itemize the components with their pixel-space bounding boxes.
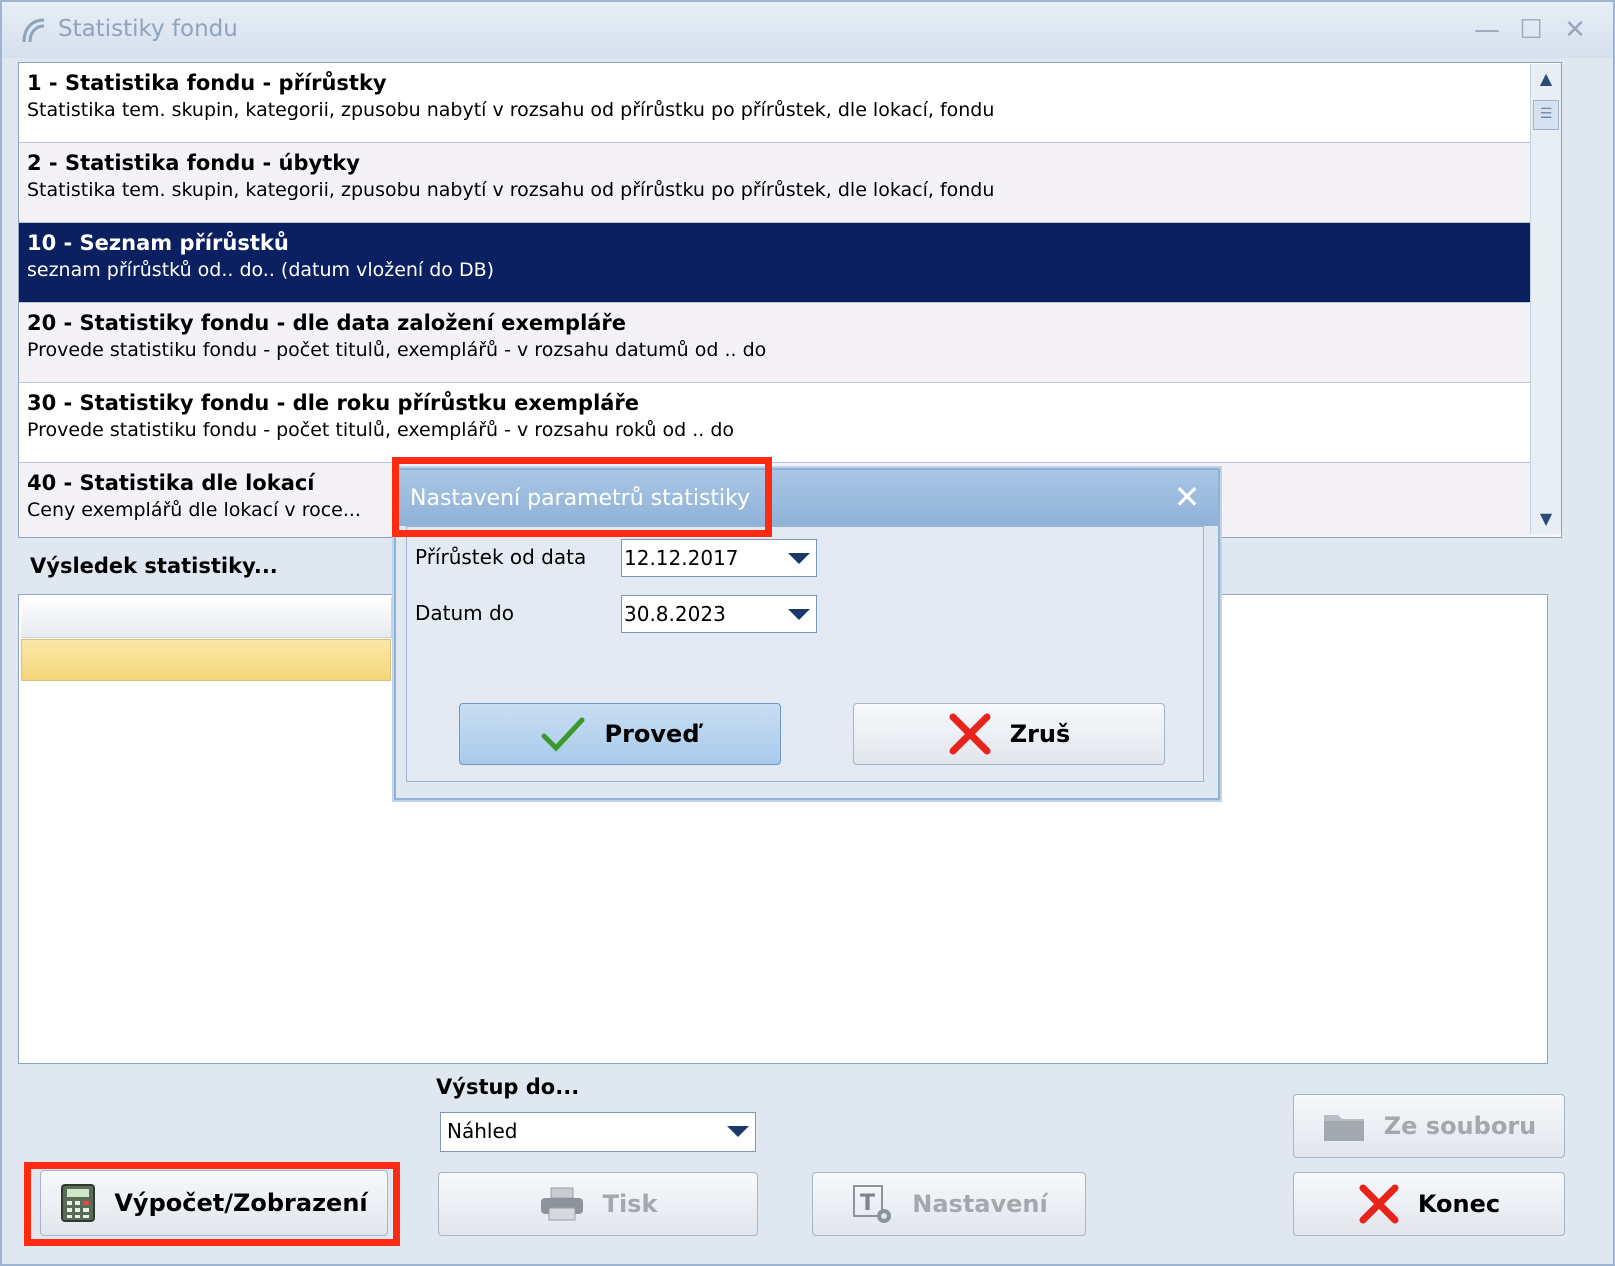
chevron-down-icon [788,609,810,620]
list-item-title: 2 - Statistika fondu - úbytky [27,151,360,175]
compute-button-label: Výpočet/Zobrazení [114,1189,368,1217]
grid-header [21,597,392,638]
list-item[interactable]: 20 - Statistiky fondu - dle data založen… [19,303,1559,383]
cancel-button[interactable]: Zruš [853,703,1165,765]
dialog-close-icon[interactable]: ✕ [1168,478,1206,516]
list-item[interactable]: 2 - Statistika fondu - úbytky Statistika… [19,143,1559,223]
print-button[interactable]: Tisk [438,1172,758,1236]
list-item-description: Provede statistiku fondu - počet titulů,… [27,339,767,361]
list-item-title: 1 - Statistika fondu - přírůstky [27,71,387,95]
execute-button[interactable]: Proveď [459,703,781,765]
close-button-label: Konec [1417,1190,1501,1218]
output-label: Výstup do... [436,1075,580,1099]
from-file-button[interactable]: Ze souboru [1293,1094,1565,1158]
scroll-thumb[interactable]: ☰ [1533,100,1559,130]
print-button-label: Tisk [602,1190,658,1218]
list-item-title: 20 - Statistiky fondu - dle data založen… [27,311,627,335]
to-date-value: 30.8.2023 [624,602,726,626]
list-item-selected[interactable]: 10 - Seznam přírůstků seznam přírůstků o… [19,223,1559,303]
parameters-dialog: Nastavení parametrů statistiky ✕ Přírůst… [394,468,1220,800]
list-item-description: Statistika tem. skupin, kategorii, zpuso… [27,99,995,121]
checkmark-icon [541,717,585,752]
output-select-value: Náhled [447,1119,518,1143]
settings-button[interactable]: T Nastavení [812,1172,1086,1236]
list-scrollbar[interactable]: ▲ ☰ ▼ [1530,64,1561,534]
list-item-description: Provede statistiku fondu - počet titulů,… [27,419,735,441]
execute-button-label: Proveď [604,720,700,748]
grid-row-selected[interactable] [21,639,391,681]
dialog-title-bar: Nastavení parametrů statistiky ✕ [396,470,1218,526]
list-item-description: seznam přírůstků od.. do.. (datum vložen… [27,259,495,281]
window-title: Statistiky fondu [58,16,238,42]
folder-icon [1323,1115,1364,1141]
list-item-title: 10 - Seznam přírůstků [27,231,289,255]
close-x-icon [949,713,991,755]
maximize-icon[interactable]: ☐ [1514,14,1548,46]
from-date-picker[interactable]: 12.12.2017 [621,539,817,577]
calculator-icon [61,1184,96,1222]
list-item[interactable]: 1 - Statistika fondu - přírůstky Statist… [19,63,1559,143]
settings-button-label: Nastavení [912,1190,1048,1218]
close-window-icon[interactable]: ✕ [1558,14,1592,46]
close-button[interactable]: Konec [1293,1172,1565,1236]
text-settings-icon: T [853,1185,892,1223]
chevron-down-icon [788,553,810,564]
dialog-body: Přírůstek od data 12.12.2017 Datum do 30… [406,526,1204,782]
list-item-title: 30 - Statistiky fondu - dle roku přírůst… [27,391,640,415]
to-date-picker[interactable]: 30.8.2023 [621,595,817,633]
from-file-button-label: Ze souboru [1383,1112,1537,1140]
list-item[interactable]: 30 - Statistiky fondu - dle roku přírůst… [19,383,1559,463]
chevron-down-icon [727,1126,749,1137]
close-x-icon [1359,1184,1399,1224]
cancel-button-label: Zruš [1009,720,1071,748]
from-date-label: Přírůstek od data [415,545,587,569]
compute-button[interactable]: Výpočet/Zobrazení [40,1170,388,1236]
main-window: Statistiky fondu — ☐ ✕ 1 - Statistika fo… [0,0,1615,1266]
title-bar: Statistiky fondu — ☐ ✕ [2,2,1613,58]
statistics-list[interactable]: 1 - Statistika fondu - přírůstky Statist… [18,62,1562,538]
minimize-icon[interactable]: — [1470,14,1504,46]
scroll-down-icon[interactable]: ▼ [1533,506,1559,532]
list-item-description: Statistika tem. skupin, kategorii, zpuso… [27,179,995,201]
dialog-title: Nastavení parametrů statistiky [410,486,751,511]
printer-icon [540,1187,583,1221]
result-label: Výsledek statistiky... [30,554,278,578]
app-icon [22,18,45,43]
from-date-value: 12.12.2017 [624,546,739,570]
svg-text:T: T [860,1191,875,1216]
scroll-up-icon[interactable]: ▲ [1533,66,1559,92]
output-select[interactable]: Náhled [440,1112,756,1152]
to-date-label: Datum do [415,601,514,625]
